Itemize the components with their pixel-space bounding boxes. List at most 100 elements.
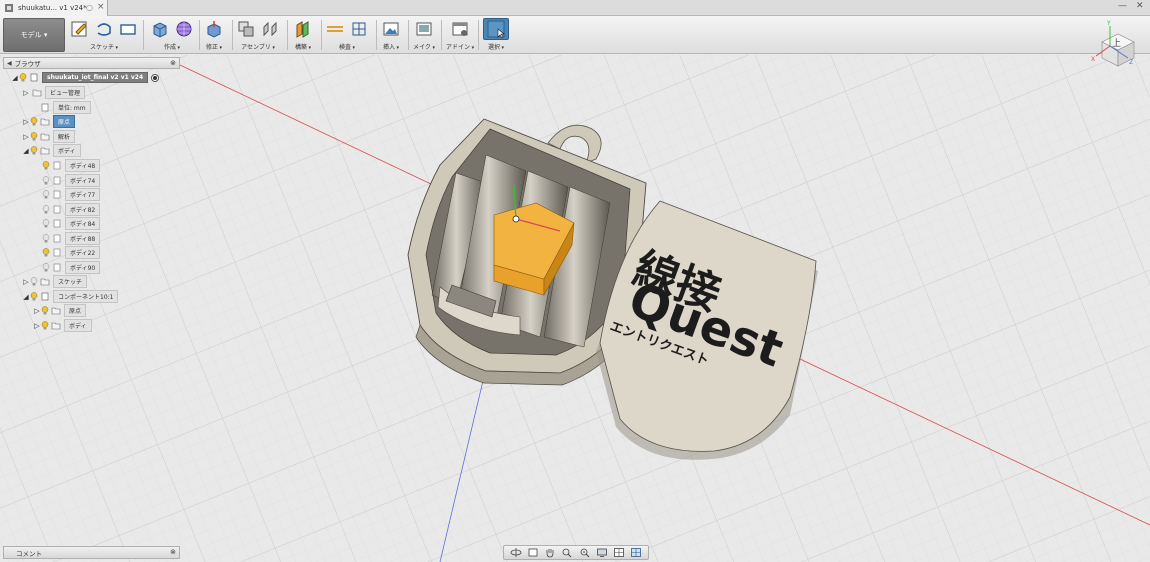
tree-row-body[interactable]: ボディ90 xyxy=(42,261,101,274)
toolbar-group-label: 挿入 xyxy=(383,42,399,51)
measure-icon[interactable] xyxy=(325,19,345,39)
3d-print-icon[interactable] xyxy=(414,19,434,39)
tree-expand-icon[interactable]: ▷ xyxy=(33,307,41,315)
visibility-bulb-off-icon[interactable] xyxy=(42,234,50,243)
tree-expand-icon[interactable]: ▷ xyxy=(22,118,30,126)
tree-row-units[interactable]: 単位: mm xyxy=(30,101,91,114)
tree-expand-icon[interactable]: ▷ xyxy=(22,89,30,97)
tree-expand-icon[interactable]: ▷ xyxy=(22,278,30,286)
line-tool-icon[interactable] xyxy=(94,19,114,39)
visibility-bulb-icon[interactable] xyxy=(30,292,38,301)
tree-row-component[interactable]: ◢ コンポーネント10:1 xyxy=(22,290,119,303)
body-icon xyxy=(53,219,61,228)
canvas-scene[interactable]: 線接 Quest エントリクエスト xyxy=(0,55,1150,562)
visibility-bulb-off-icon[interactable] xyxy=(42,205,50,214)
visibility-bulb-icon[interactable] xyxy=(42,161,50,170)
visibility-bulb-icon[interactable] xyxy=(41,306,49,315)
create-sketch-icon[interactable] xyxy=(70,19,90,39)
tree-row-body[interactable]: ボディ74 xyxy=(42,174,101,187)
offset-plane-icon[interactable] xyxy=(293,19,313,39)
visibility-bulb-icon[interactable] xyxy=(30,146,38,155)
toolbar-group-assemble[interactable]: アセンブリ xyxy=(236,18,280,52)
tree-row-view-management[interactable]: ▷ ビュー管理 xyxy=(22,86,86,99)
pan-hand-icon[interactable] xyxy=(544,547,556,558)
tree-row-body[interactable]: ボディ84 xyxy=(42,217,101,230)
visibility-bulb-icon[interactable] xyxy=(30,117,38,126)
tree-expand-icon[interactable]: ▷ xyxy=(22,133,30,141)
insert-image-icon[interactable] xyxy=(381,19,401,39)
joint-icon[interactable] xyxy=(260,19,280,39)
tree-row-body[interactable]: ボディ77 xyxy=(42,188,101,201)
tree-row-body[interactable]: ボディ22 xyxy=(42,246,101,259)
visibility-bulb-icon[interactable] xyxy=(41,321,49,330)
tree-root-label: shuukatu_iot_final v2 v1 v24 xyxy=(42,72,149,83)
tree-collapse-icon[interactable]: ◢ xyxy=(22,147,30,155)
tree-row-origin[interactable]: ▷ 原点 xyxy=(22,115,76,128)
tree-row-body[interactable]: ボディ48 xyxy=(42,159,101,172)
toolbar-group-label: 修正 xyxy=(206,42,222,51)
tree-row-analysis[interactable]: ▷ 解析 xyxy=(22,130,76,143)
toolbar-group-make[interactable]: メイク xyxy=(413,18,435,52)
tree-expand-icon[interactable]: ▷ xyxy=(33,322,41,330)
tree-row-body[interactable]: ボディ88 xyxy=(42,232,101,245)
browser-panel-header[interactable]: ◀ ブラウザ ⊗ xyxy=(3,57,180,69)
visibility-bulb-icon[interactable] xyxy=(42,248,50,257)
new-component-icon[interactable] xyxy=(236,19,256,39)
browser-pin-button[interactable]: ⊗ xyxy=(170,59,176,67)
toolbar-group-sketch[interactable]: スケッチ xyxy=(70,18,138,52)
display-settings-icon[interactable] xyxy=(596,547,608,558)
close-window-button[interactable]: ✕ xyxy=(1136,1,1144,11)
look-at-icon[interactable] xyxy=(527,547,539,558)
activate-radio-button[interactable] xyxy=(151,73,160,82)
orbit-icon[interactable] xyxy=(510,547,522,558)
section-analysis-icon[interactable] xyxy=(349,19,369,39)
tree-label: スケッチ xyxy=(53,275,88,288)
toolbar-divider xyxy=(232,20,233,50)
browser-collapse-icon[interactable]: ◀ xyxy=(7,60,12,67)
tree-collapse-icon[interactable]: ◢ xyxy=(11,74,19,82)
rectangle-tool-icon[interactable] xyxy=(118,19,138,39)
tree-collapse-icon[interactable]: ◢ xyxy=(22,293,30,301)
tree-label: ボディ84 xyxy=(65,217,101,230)
workspace-switcher-button[interactable]: モデル ▾ xyxy=(3,18,65,52)
visibility-bulb-icon[interactable] xyxy=(19,73,27,82)
select-cursor-icon[interactable] xyxy=(486,19,506,39)
scripts-addins-icon[interactable] xyxy=(450,19,470,39)
comments-pin-button[interactable]: ⊗ xyxy=(170,548,176,556)
toolbar-group-create[interactable]: 作成 xyxy=(150,18,194,52)
zoom-icon[interactable] xyxy=(561,547,573,558)
toolbar-group-addins[interactable]: アドイン xyxy=(446,18,474,52)
view-cube[interactable]: 上 Y X Z xyxy=(1088,18,1146,76)
toolbar-group-construct[interactable]: 構築 xyxy=(293,18,313,52)
fit-zoom-icon[interactable] xyxy=(579,547,591,558)
comments-panel-header[interactable]: コメント ⊗ xyxy=(3,546,180,559)
visibility-bulb-off-icon[interactable] xyxy=(42,263,50,272)
visibility-bulb-off-icon[interactable] xyxy=(42,176,50,185)
visibility-bulb-off-icon[interactable] xyxy=(42,219,50,228)
visibility-bulb-off-icon[interactable] xyxy=(30,277,38,286)
toolbar-group-label: 検査 xyxy=(339,42,355,51)
visibility-bulb-off-icon[interactable] xyxy=(42,190,50,199)
viewports-icon[interactable] xyxy=(630,547,642,558)
tree-row-bodies[interactable]: ◢ ボディ xyxy=(22,144,81,157)
extrude-icon[interactable] xyxy=(150,19,170,39)
toolbar-group-inspect[interactable]: 検査 xyxy=(325,18,369,52)
minimize-button[interactable]: — xyxy=(1118,1,1127,11)
tree-row-component-origin[interactable]: ▷ 原点 xyxy=(33,304,87,317)
sphere-mesh-icon[interactable] xyxy=(174,19,194,39)
grid-snap-icon[interactable] xyxy=(613,547,625,558)
toolbar-group-label: 作成 xyxy=(164,42,180,51)
document-tab[interactable]: shuukatu... v1 v24* ○ × xyxy=(0,0,108,16)
toolbar-group-select[interactable]: 選択 xyxy=(483,18,509,52)
toolbar-group-modify[interactable]: 修正 xyxy=(204,18,224,52)
press-pull-icon[interactable] xyxy=(204,19,224,39)
tree-row-sketches[interactable]: ▷ スケッチ xyxy=(22,275,88,288)
tree-row-body[interactable]: ボディ82 xyxy=(42,203,101,216)
manipulator-origin[interactable] xyxy=(512,215,520,223)
tab-close-button[interactable]: × xyxy=(97,2,105,12)
tree-row-root[interactable]: ◢ shuukatu_iot_final v2 v1 v24 xyxy=(11,72,160,83)
3d-viewport[interactable]: 線接 Quest エントリクエスト xyxy=(0,55,1150,562)
tree-row-component-bodies[interactable]: ▷ ボディ xyxy=(33,319,92,332)
toolbar-group-insert[interactable]: 挿入 xyxy=(381,18,401,52)
visibility-bulb-icon[interactable] xyxy=(30,132,38,141)
